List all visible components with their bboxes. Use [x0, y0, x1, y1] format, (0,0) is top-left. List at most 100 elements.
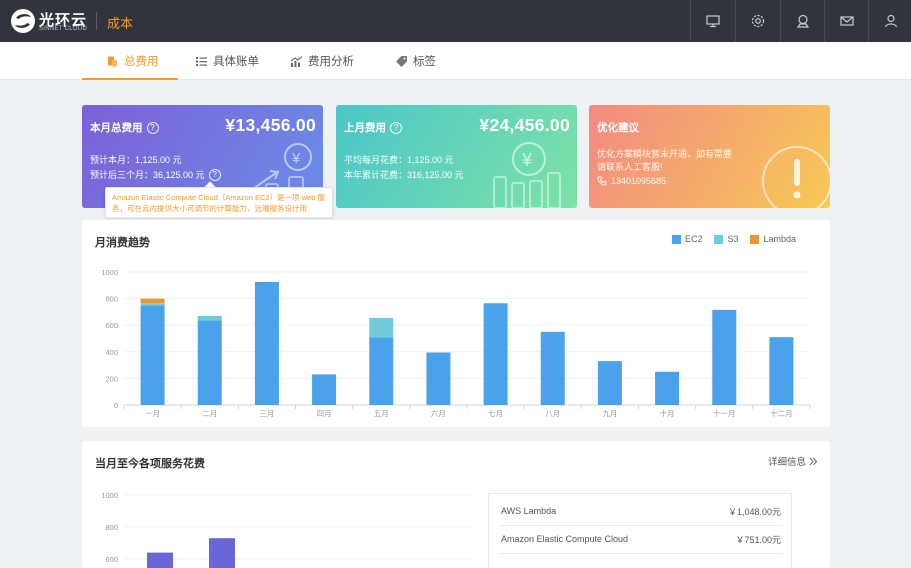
bar-ec2[interactable] [426, 352, 451, 405]
tab-total-cost[interactable]: 总费用 [106, 42, 159, 80]
y-tick-label: 1000 [101, 491, 118, 500]
card-title: 本月总费用 ? [90, 120, 159, 135]
mail-button[interactable] [824, 0, 868, 42]
monthly-trend-panel: 月消费趋势 EC2 S3 Lambda 0 200 400 600 800 1000 一月二… [82, 220, 830, 427]
help-icon[interactable]: ? [146, 121, 159, 134]
card-line: 平均每月花费：1,125.00 元 [344, 155, 454, 165]
tab-cost-analysis[interactable]: 费用分析 [290, 42, 354, 80]
y-tick-label: 200 [105, 374, 118, 383]
bar-ec2[interactable] [655, 371, 680, 405]
card-amount: ¥13,456.00 [225, 115, 316, 135]
x-tick-label: 六月 [431, 408, 446, 418]
active-tab-indicator [82, 78, 178, 80]
coins-icon [108, 56, 117, 66]
help-icon[interactable]: ? [208, 168, 221, 181]
help-icon[interactable]: ? [390, 121, 402, 134]
bar-s3[interactable] [369, 317, 394, 338]
tab-label: 具体账单 [213, 56, 259, 68]
service-amount: ￥751.00元 [735, 534, 781, 545]
x-tick-label: 五月 [374, 409, 389, 418]
bar-lambda[interactable] [140, 298, 165, 304]
card-amount: ¥24,456.00 [479, 115, 570, 135]
service-bar[interactable] [147, 552, 173, 568]
gear-icon [751, 14, 764, 28]
top-bar: 光环云 SINNET CLOUD 成本 [0, 0, 911, 42]
bar-ec2[interactable] [712, 309, 737, 405]
service-cost-chart: 600 800 1000 [101, 491, 472, 568]
bar-ec2[interactable] [483, 303, 508, 405]
y-tick-label: 800 [105, 523, 118, 532]
logo[interactable]: 光环云 SINNET CLOUD [10, 8, 96, 34]
advice-text: 优化方案模块暂未开通，如有需要 [597, 149, 733, 159]
monitor-button[interactable] [690, 0, 734, 42]
logo-subtitle: SINNET CLOUD [39, 26, 88, 32]
service-row[interactable]: Amazon Elastic Compute Cloud ￥751.00元 [501, 525, 781, 553]
service-row[interactable]: AWS Lambda ￥1,048.00元 [501, 497, 781, 525]
y-tick-label: 0 [114, 401, 118, 410]
tab-bill-detail[interactable]: 具体账单 [195, 42, 259, 80]
double-chevron-right-icon [809, 457, 818, 465]
svg-text:¥: ¥ [521, 150, 533, 170]
card-line: 预计本月：1,125.00 元 [90, 155, 182, 165]
detail-link[interactable]: 详细信息 [768, 454, 818, 468]
y-tick-label: 600 [105, 321, 118, 330]
card-line-forecast: 预计后三个月：36,125.00 元 ? [90, 168, 221, 181]
mail-icon [839, 16, 854, 26]
bar-s3[interactable] [197, 315, 222, 321]
support-button[interactable] [780, 0, 824, 42]
bar-ec2[interactable] [312, 374, 337, 405]
y-tick-label: 600 [105, 555, 118, 564]
x-tick-label: 九月 [602, 409, 617, 418]
tab-label: 总费用 [124, 56, 159, 68]
service-cost-panel: 当月至今各项服务花费 详细信息 600 800 1000 AWS Lambda ￥1… [82, 441, 830, 568]
x-tick-label: 八月 [545, 409, 560, 418]
section-title: 成本 [107, 16, 134, 31]
settings-button[interactable] [735, 0, 779, 42]
tag-icon [396, 55, 407, 67]
tab-label: 标签 [413, 56, 436, 68]
svg-text:¥: ¥ [291, 150, 301, 167]
y-tick-label: 1000 [101, 268, 118, 277]
service-name: Amazon Elastic Compute Cloud [501, 534, 629, 544]
service-name: AWS Lambda [501, 506, 557, 516]
coin-bars-icon: ¥ [493, 142, 561, 208]
monitor-icon [705, 15, 720, 28]
tab-bar: 总费用 具体账单 费用分析 标签 [0, 42, 911, 80]
x-tick-label: 四月 [317, 409, 332, 418]
top-divider [96, 12, 97, 30]
bar-ec2[interactable] [597, 361, 622, 405]
support-icon [796, 14, 809, 28]
bar-ec2[interactable] [197, 320, 222, 405]
card-optimization-advice: 优化建议 优化方案模块暂未开通，如有需要 请联系人工客服! 1340109568… [589, 105, 830, 208]
logo-mark-icon [11, 9, 35, 33]
advice-text: 请联系人工客服! [597, 162, 663, 172]
monthly-trend-chart: 0 200 400 600 800 1000 一月 二月 三月 四月 五月 六月 七月 八月 九月 十月 十一月… [101, 268, 811, 418]
tooltip: Amazon Elastic Compute Cloud（Amazon EC2）… [105, 187, 333, 218]
card-title: 优化建议 [597, 122, 639, 134]
user-button[interactable] [868, 0, 911, 42]
y-tick-label: 800 [105, 295, 118, 304]
bar-ec2[interactable] [140, 305, 165, 405]
y-tick-label: 400 [105, 348, 118, 357]
tab-tags[interactable]: 标签 [395, 42, 436, 80]
card-line: 本年累计花费：316,125.00 元 [344, 170, 464, 180]
phone-icon [597, 176, 607, 186]
service-amount: ￥1,048.00元 [727, 506, 781, 517]
x-tick-label: 七月 [488, 409, 503, 418]
x-tick-label: 三月 [259, 409, 274, 418]
warning-icon [762, 146, 830, 208]
x-tick-label: 一月 [145, 409, 160, 418]
trend-icon [290, 55, 303, 67]
bar-ec2[interactable] [540, 331, 565, 405]
service-bar[interactable] [209, 538, 235, 568]
x-tick-label: 十二月 [770, 408, 793, 418]
tab-label: 费用分析 [308, 56, 354, 68]
bar-ec2[interactable] [769, 337, 794, 405]
bar-s3[interactable] [140, 303, 165, 306]
user-icon [884, 14, 897, 28]
advice-phone[interactable]: 13401095685 [597, 176, 666, 186]
x-tick-label: 十一月 [713, 408, 736, 418]
card-title: 上月费用 ? [344, 120, 402, 135]
bar-ec2[interactable] [369, 337, 394, 405]
bar-ec2[interactable] [254, 281, 279, 405]
